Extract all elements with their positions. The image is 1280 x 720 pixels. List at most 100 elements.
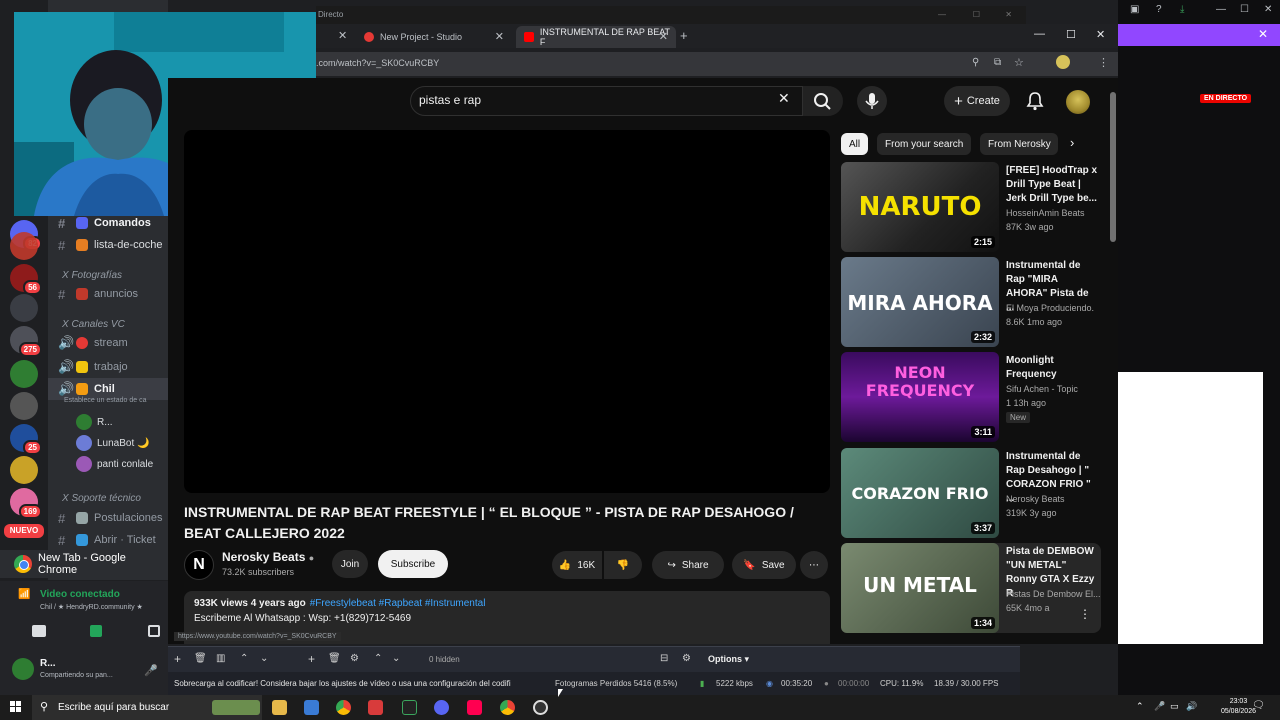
voice-search-button[interactable] (857, 86, 887, 116)
download-icon[interactable]: ⤓ (1180, 4, 1184, 15)
voice-user[interactable]: LunaBot 🌙 (76, 435, 150, 451)
channel-lista-de-coche[interactable]: # lista-de-coche (48, 234, 168, 256)
microphone-icon[interactable]: 🎤 (1154, 701, 1165, 712)
server-icon[interactable]: 275 (10, 326, 42, 357)
recommendation-item-hovered[interactable]: UN METAL 1:34 Pista de DEMBOW "UN METAL"… (841, 543, 1101, 633)
close-tab-icon[interactable]: ✕ (495, 30, 504, 43)
channel-abrir-ticket[interactable]: # Abrir · Ticket (48, 529, 168, 551)
terminal-icon[interactable] (402, 700, 417, 715)
avatar[interactable] (12, 658, 34, 680)
tray-chevron-icon[interactable]: ⌃ (1136, 701, 1144, 712)
video-off-icon[interactable] (32, 625, 46, 637)
server-icon[interactable]: 25 (10, 424, 42, 455)
activity-icon[interactable] (148, 625, 160, 637)
bookmark-star-icon[interactable]: ☆ (1014, 56, 1024, 69)
file-explorer-icon[interactable] (272, 700, 287, 715)
minimize-icon[interactable]: — (938, 6, 946, 24)
category-soporte[interactable]: X Soporte técnico (62, 493, 141, 504)
minimize-icon[interactable]: — (1216, 4, 1226, 15)
move-up-icon[interactable]: ⌃ (374, 653, 382, 664)
server-icon[interactable]: 169 (10, 488, 42, 519)
voice-channel-stream[interactable]: 🔊 stream (48, 332, 168, 354)
trash-icon[interactable]: 🗑 (328, 653, 341, 664)
minimize-icon[interactable]: — (1034, 28, 1045, 40)
network-icon[interactable]: ▭ (1170, 701, 1179, 712)
chip-from-your-search[interactable]: From your search (877, 133, 972, 155)
window-icon[interactable]: ▣ (1130, 4, 1139, 15)
subscribe-button[interactable]: Subscribe (378, 550, 448, 578)
microphone-icon[interactable]: 🎤 (144, 664, 158, 677)
notifications-bell-icon[interactable] (1024, 90, 1046, 112)
category-canales-vc[interactable]: X Canales VC (62, 319, 125, 330)
search-button[interactable] (803, 86, 843, 116)
video-thumbnail[interactable]: NEON FREQUENCY 3:11 (841, 352, 999, 442)
chrome-icon[interactable] (336, 700, 351, 715)
join-button[interactable]: Join (332, 550, 368, 578)
clear-search-icon[interactable]: ✕ (778, 90, 790, 107)
server-icon[interactable] (10, 294, 38, 322)
video-thumbnail[interactable]: NARUTO 2:15 (841, 162, 999, 252)
store-icon[interactable] (304, 700, 319, 715)
windows-start-icon[interactable] (10, 701, 22, 713)
tab-studio[interactable]: New Project - Studio ✕ (356, 26, 512, 48)
screen-share-icon[interactable] (90, 625, 102, 637)
add-icon[interactable]: + (174, 652, 181, 666)
scrollbar[interactable] (1110, 78, 1116, 644)
layout-icon[interactable]: ⊟ (660, 653, 668, 664)
recommendation-item[interactable]: MIRA AHORA 2:32 Instrumental de Rap "MIR… (841, 257, 1101, 347)
chevron-right-icon[interactable]: › (1070, 135, 1074, 150)
channel-postulaciones[interactable]: # Postulaciones (48, 507, 168, 529)
zoom-icon[interactable]: ⚲ (972, 57, 979, 68)
video-thumbnail[interactable]: UN METAL 1:34 (841, 543, 999, 633)
tab-youtube[interactable]: INSTRUMENTAL DE RAP BEAT F ✕ (516, 26, 676, 48)
trash-icon[interactable]: 🗑 (194, 653, 207, 664)
chrome-new-tab-preview[interactable]: New Tab - Google Chrome (0, 550, 168, 578)
scrollbar-thumb[interactable] (1110, 92, 1116, 242)
discord-icon[interactable] (434, 700, 449, 715)
avatar[interactable] (1066, 90, 1090, 114)
taskbar-clock[interactable]: 23:03 05/08/2026 (1221, 697, 1256, 717)
close-icon[interactable]: ✕ (1258, 27, 1268, 41)
channel-avatar[interactable]: N (184, 550, 214, 580)
tiktok-icon[interactable] (467, 700, 482, 715)
close-tab-icon[interactable]: ✕ (338, 29, 347, 42)
recommendation-item[interactable]: NARUTO 2:15 [FREE] HoodTrap x Drill Type… (841, 162, 1101, 252)
close-tab-icon[interactable]: ✕ (659, 30, 668, 43)
channel-anuncios[interactable]: # anuncios (48, 283, 168, 305)
notifications-icon[interactable]: 🗨 (1252, 700, 1265, 711)
more-actions-button[interactable]: ⋯ (800, 551, 828, 579)
move-down-icon[interactable]: ⌄ (260, 653, 268, 664)
maximize-icon[interactable]: ☐ (1240, 4, 1249, 15)
new-tab-icon[interactable]: + (680, 28, 688, 43)
search-input[interactable] (419, 93, 769, 107)
server-icon[interactable] (10, 392, 38, 420)
server-icon[interactable]: 56 (10, 264, 42, 295)
server-icon[interactable] (10, 360, 38, 388)
gear-icon[interactable]: ⚙ (350, 653, 359, 664)
dislike-button[interactable]: 👎 (604, 551, 642, 579)
voice-user[interactable]: panti conlale (76, 456, 153, 472)
recommendation-item[interactable]: CORAZON FRIO 3:37 Instrumental de Rap De… (841, 448, 1101, 538)
url-text[interactable]: .com/watch?v=_SK0CvuRCBY (316, 58, 439, 68)
options-dropdown[interactable]: Options ▾ (708, 654, 749, 665)
filter-icon[interactable]: ▥ (216, 653, 225, 664)
settings-icon[interactable]: ⚙ (682, 653, 691, 664)
recommendation-item[interactable]: NEON FREQUENCY 3:11 Moonlight Frequency … (841, 352, 1101, 442)
video-thumbnail[interactable]: CORAZON FRIO 3:37 (841, 448, 999, 538)
server-icon[interactable] (10, 456, 38, 484)
category-fotografias[interactable]: X Fotografías (62, 270, 122, 281)
channel-name[interactable]: Nerosky Beats ● (222, 550, 314, 564)
voice-channel-trabajo[interactable]: 🔊 trabajo (48, 356, 168, 378)
maximize-icon[interactable]: ☐ (973, 6, 980, 24)
mail-icon[interactable] (368, 700, 383, 715)
save-button[interactable]: 🔖 Save (732, 551, 796, 579)
share-button[interactable]: ↪ Share (652, 551, 724, 579)
chip-all[interactable]: All (841, 133, 869, 155)
chrome-icon[interactable] (500, 700, 515, 715)
move-down-icon[interactable]: ⌄ (392, 653, 400, 664)
close-icon[interactable]: ✕ (1005, 6, 1012, 24)
video-player[interactable] (184, 130, 830, 493)
close-icon[interactable]: ✕ (1264, 4, 1272, 15)
like-button[interactable]: 👍 16K (552, 551, 602, 579)
hashtags[interactable]: #Freestylebeat #Rapbeat #Instrumental (310, 598, 486, 609)
